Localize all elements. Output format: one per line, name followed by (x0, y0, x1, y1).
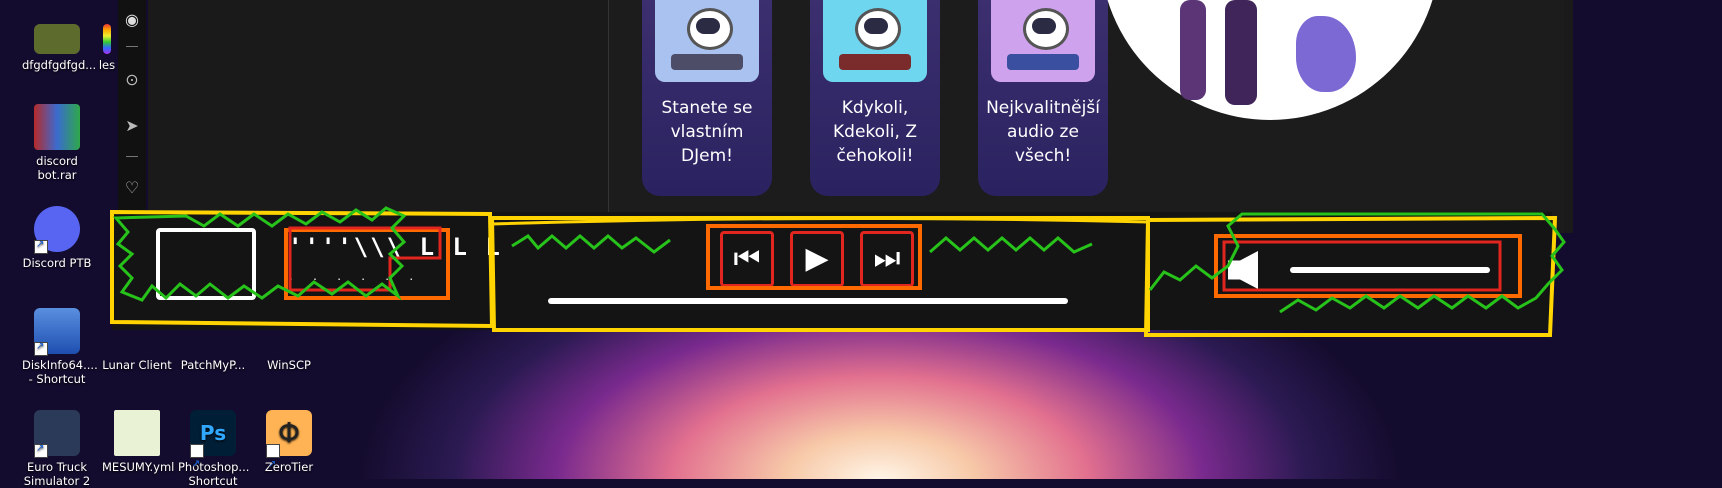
visor-icon (1032, 18, 1056, 34)
desktop-icon-label: PatchMyP... (180, 358, 246, 372)
play-icon: ▶ (805, 241, 829, 276)
desktop-icon-euro-truck[interactable]: Euro Truck Simulator 2 (22, 410, 92, 488)
yml-file-icon (114, 410, 160, 456)
visor-icon (864, 18, 888, 34)
desktop-icon-label: ZeroTier (264, 460, 314, 474)
desktop-icon-label: WinSCP (267, 358, 311, 372)
astronaut-turntable-image (991, 0, 1095, 82)
discord-icon (34, 206, 80, 254)
shortcut-arrow-icon (266, 442, 280, 488)
feature-text: Stanete se vlastním DJem! (661, 98, 753, 166)
hero-illustration-figure (1225, 0, 1257, 105)
feature-card: Stanete se vlastním DJem! (642, 0, 772, 196)
shortcut-arrow-icon (34, 340, 48, 356)
desktop-icon-zerotier[interactable]: Φ ZeroTier (254, 410, 324, 488)
dfgdfgdfgdfg-icon (34, 24, 80, 54)
play-button[interactable]: ▶ (790, 231, 844, 287)
next-icon: ⏭ (873, 241, 901, 276)
feature-card: Nejkvalitnější audio ze všech! (978, 0, 1108, 196)
visor-icon (696, 18, 720, 34)
feature-text: Kdykoli, Kdekoli, Z čehokoli! (833, 98, 917, 166)
feature-text: Nejkvalitnější audio ze všech! (986, 98, 1100, 166)
truck-icon (34, 410, 80, 458)
previous-icon: ⏮ (733, 241, 761, 276)
desktop-icon-label: Euro Truck Simulator 2 (23, 460, 91, 488)
track-title-scribble: ''''\\\ L L L (288, 233, 502, 261)
desktop-icon-label: discord bot.rar (36, 154, 78, 182)
send-icon[interactable]: ➤ (122, 116, 142, 136)
progress-bar[interactable] (548, 298, 1068, 304)
next-button[interactable]: ⏭ (860, 231, 914, 287)
desktop-icon-label: Discord PTB (22, 256, 92, 270)
shortcut-arrow-icon (34, 238, 48, 254)
les-icon (103, 24, 111, 54)
diskinfo-icon (34, 308, 80, 356)
astronaut-dj-image (655, 0, 759, 82)
archive-icon (34, 104, 80, 150)
previous-button[interactable]: ⏮ (720, 231, 774, 287)
astronaut-boombox-image (823, 0, 927, 82)
desktop-icon-photoshop[interactable]: Ps Photoshop... Shortcut (178, 410, 250, 488)
boombox-icon (839, 54, 911, 70)
turntable-icon (1007, 54, 1079, 70)
desktop-icon-dfgdfgdfgdfg[interactable]: dfgdfgdfgd... (22, 24, 97, 72)
shortcut-arrow-icon (34, 442, 48, 458)
discord-logo-icon[interactable]: ◉ (122, 10, 142, 30)
website-content: Stanete se vlastním DJem! Kdykoli, Kdeko… (608, 0, 1564, 233)
desktop-icon-discord-bot[interactable]: discord bot.rar (22, 104, 92, 182)
desktop-icon-mesumy[interactable]: MESUMY.yml (102, 410, 175, 474)
desktop-icon-discord-ptb[interactable]: Discord PTB (22, 206, 92, 270)
zerotier-icon: Φ (266, 410, 312, 488)
desktop-icon-label: dfgdfgdfgd... (22, 58, 97, 72)
desktop-icon-label: MESUMY.yml (102, 460, 175, 474)
heart-icon[interactable]: ♡ (122, 178, 142, 198)
rail-divider (126, 46, 138, 47)
feature-card: Kdykoli, Kdekoli, Z čehokoli! (810, 0, 940, 196)
dj-deck-icon (671, 54, 743, 70)
track-artist-scribble: . . . . . . (288, 272, 421, 283)
desktop-icon-label: Lunar Client (102, 358, 172, 372)
desktop-icon-label: DiskInfo64.... - Shortcut (22, 358, 98, 386)
desktop-icon-diskinfo[interactable]: DiskInfo64.... - Shortcut (22, 308, 98, 386)
photoshop-icon: Ps (190, 410, 236, 488)
shortcut-arrow-icon (190, 442, 204, 488)
album-cover-placeholder (156, 228, 256, 300)
rail-divider (126, 156, 138, 157)
play-circle-icon[interactable]: ⊙ (122, 70, 142, 90)
desktop-icon-label: Photoshop... Shortcut (178, 460, 250, 488)
hero-illustration-figure (1180, 0, 1206, 100)
volume-slider[interactable] (1290, 267, 1490, 273)
